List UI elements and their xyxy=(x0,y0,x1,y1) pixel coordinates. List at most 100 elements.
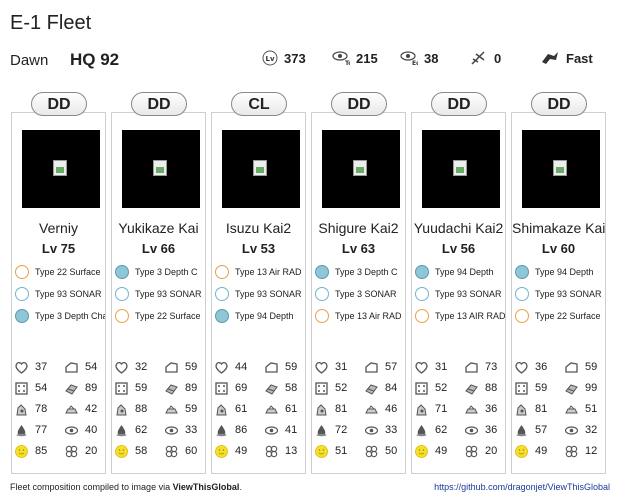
asw-icon xyxy=(265,403,278,416)
heart-icon xyxy=(115,361,128,374)
stat-row: 62 33 xyxy=(115,421,205,441)
stat-armor: 57 xyxy=(385,361,398,373)
stat-fire: 86 xyxy=(235,424,248,436)
evasion-icon xyxy=(365,382,378,395)
equipment-name: Type 13 Air RAD xyxy=(235,267,302,277)
stat-luck: 51 xyxy=(335,445,348,457)
equipment-blue-icon xyxy=(515,287,529,301)
luck-icon xyxy=(115,445,128,458)
stat-row: 69 58 xyxy=(215,379,305,399)
stat-eva: 58 xyxy=(285,382,298,394)
broken-image-icon xyxy=(53,160,67,176)
stat-aa: 78 xyxy=(35,403,48,415)
asw-icon xyxy=(365,403,378,416)
equipment-name: Type 13 Air RAD xyxy=(335,311,402,321)
asw-icon xyxy=(65,403,78,416)
ship-name: Verniy xyxy=(39,220,78,236)
ship-card: Yukikaze Kai Lv 66 Type 3 Depth C Type 93 S… xyxy=(111,112,206,474)
equipment-orange-icon xyxy=(215,265,229,279)
stat-eva: 89 xyxy=(185,382,198,394)
range-icon xyxy=(165,445,178,458)
equipment-name: Type 3 SONAR xyxy=(335,289,397,299)
footer-credit: Fleet composition compiled to image via … xyxy=(10,482,242,492)
armor-icon xyxy=(365,361,378,374)
footer-link[interactable]: https://github.com/dragonjet/ViewThisGlo… xyxy=(434,482,610,492)
ship-type-badge: DD xyxy=(131,92,187,116)
equipment-slot: Type 94 Depth xyxy=(415,263,505,281)
total-level-value: 373 xyxy=(284,50,306,66)
torpedo-icon xyxy=(15,382,28,395)
stat-row: 59 99 xyxy=(515,379,605,399)
equipment-slot: Type 13 Air RAD xyxy=(215,263,305,281)
stat-row: 88 59 xyxy=(115,400,205,420)
plane-icon xyxy=(471,51,485,65)
stat-row: 54 89 xyxy=(15,379,105,399)
ship-card: Shimakaze Kai Lv 60 Type 94 Depth Type 93 S… xyxy=(511,112,606,474)
total-level-stat: Lv 373 xyxy=(262,50,306,66)
los-eye-icon xyxy=(64,424,79,437)
stat-row: 78 42 xyxy=(15,400,105,420)
equip-los-stat: Eq 38 xyxy=(400,50,438,66)
equipment-name: Type 93 SONAR xyxy=(535,289,602,299)
stat-asw: 46 xyxy=(385,403,398,415)
stat-aa: 88 xyxy=(135,403,148,415)
ship-level: Lv 56 xyxy=(441,241,476,256)
stat-row: 52 84 xyxy=(315,379,405,399)
stat-hp: 37 xyxy=(35,361,48,373)
equipment-slot: Type 94 Depth xyxy=(215,307,305,325)
stat-armor: 59 xyxy=(585,361,598,373)
stat-hp: 32 xyxy=(135,361,148,373)
stat-row: 85 20 xyxy=(15,442,105,462)
stat-torpedo: 69 xyxy=(235,382,248,394)
equipment-slot: Type 93 SONAR xyxy=(115,285,205,303)
stat-row: 61 61 xyxy=(215,400,305,420)
stat-eva: 89 xyxy=(85,382,98,394)
equipment-name: Type 94 Depth xyxy=(535,267,594,277)
los-eye-icon xyxy=(264,424,279,437)
stat-armor: 59 xyxy=(285,361,298,373)
equipment-orange-icon xyxy=(415,309,429,323)
ship-level: Lv 60 xyxy=(541,241,576,256)
stat-los: 33 xyxy=(385,424,398,436)
ship-name: Shigure Kai2 xyxy=(318,220,399,236)
speed-icon xyxy=(542,52,558,64)
firepower-icon xyxy=(515,424,528,437)
firepower-icon xyxy=(115,424,128,437)
equipment-slot: Type 93 SONAR xyxy=(515,285,605,303)
equipment-sonar-icon xyxy=(115,265,129,279)
evasion-icon xyxy=(65,382,78,395)
evasion-icon xyxy=(265,382,278,395)
equipment-name: Type 3 Depth C xyxy=(335,267,398,277)
stat-fire: 72 xyxy=(335,424,348,436)
asw-icon xyxy=(565,403,578,416)
stat-row: 81 46 xyxy=(315,400,405,420)
stat-asw: 59 xyxy=(185,403,198,415)
equipment-name: Type 3 Depth Charge xyxy=(35,311,105,321)
stat-luck: 58 xyxy=(135,445,148,457)
anti-air-icon xyxy=(215,403,228,416)
ship-type-badge: DD xyxy=(331,92,387,116)
broken-image-icon xyxy=(453,160,467,176)
equipment-slot: Type 3 SONAR xyxy=(315,285,405,303)
luck-icon xyxy=(215,445,228,458)
stat-fire: 62 xyxy=(135,424,148,436)
equipment-name: Type 3 Depth C xyxy=(135,267,198,277)
equipment-slot: Type 3 Depth Charge xyxy=(15,307,105,325)
ship-portrait xyxy=(422,130,500,208)
anti-air-icon xyxy=(15,403,28,416)
ship-card: Isuzu Kai2 Lv 53 Type 13 Air RAD Type 93 SO… xyxy=(211,112,306,474)
heart-icon xyxy=(515,361,528,374)
equipment-slot: Type 93 SONAR xyxy=(215,285,305,303)
torpedo-icon xyxy=(515,382,528,395)
stat-row: 49 20 xyxy=(415,442,505,462)
speed-value: Fast xyxy=(566,50,593,66)
fleet-title: E-1 Fleet xyxy=(10,12,92,34)
stat-row: 58 60 xyxy=(115,442,205,462)
svg-text:To: To xyxy=(345,60,350,66)
equipment-slot: Type 22 Surface xyxy=(115,307,205,325)
stat-torpedo: 52 xyxy=(335,382,348,394)
total-los-value: 215 xyxy=(356,50,378,66)
stat-torpedo: 59 xyxy=(135,382,148,394)
equipment-slot: Type 94 Depth xyxy=(515,263,605,281)
stat-hp: 36 xyxy=(535,361,548,373)
